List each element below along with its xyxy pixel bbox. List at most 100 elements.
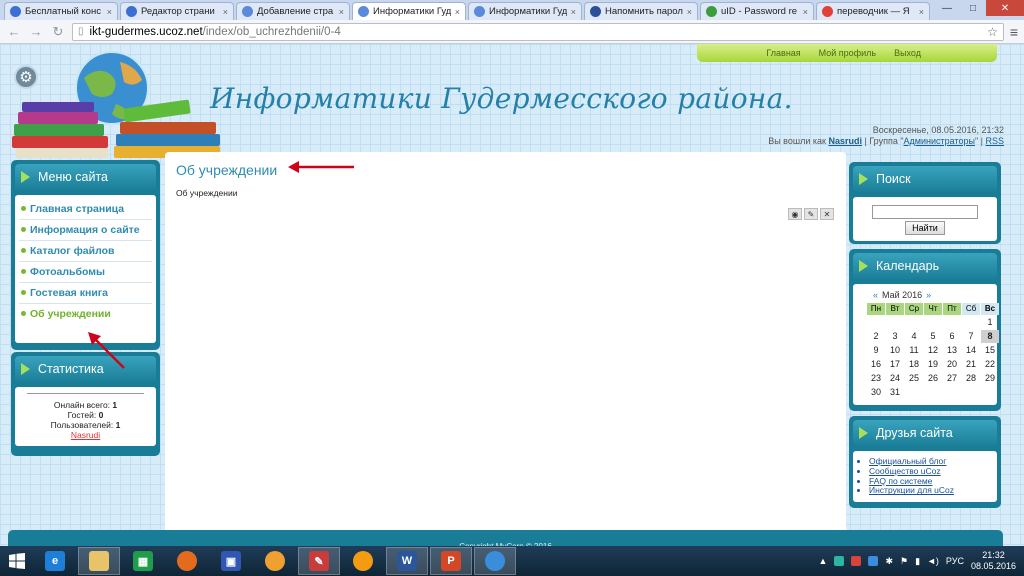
top-menu-profile[interactable]: Мой профиль	[819, 48, 876, 58]
menu-item[interactable]: Об учреждении	[19, 304, 152, 324]
bookmark-star-icon[interactable]: ☆	[987, 25, 998, 39]
group-prefix: | Группа "	[861, 136, 904, 146]
menu-item[interactable]: Каталог файлов	[19, 241, 152, 262]
taskbar-orange-app[interactable]	[342, 547, 384, 575]
network-icon[interactable]: ▮	[915, 556, 920, 567]
taskbar-explorer[interactable]	[78, 547, 120, 575]
tab-close-icon[interactable]: ×	[339, 7, 344, 17]
tray-app-icon[interactable]	[834, 556, 845, 566]
store-icon: ▦	[133, 551, 153, 571]
menu-item[interactable]: Информация о сайте	[19, 220, 152, 241]
start-button[interactable]	[0, 546, 34, 576]
menu-item[interactable]: Фотоальбомы	[19, 262, 152, 283]
search-input[interactable]	[872, 205, 978, 219]
friends-link[interactable]: Сообщество uCoz	[869, 466, 941, 476]
calendar-day: 14	[965, 345, 976, 355]
taskbar-paint[interactable]: ✎	[298, 547, 340, 575]
address-bar[interactable]: ▯ ikt-gudermes.ucoz.net/index/ob_uchrezh…	[72, 22, 1004, 41]
tab-close-icon[interactable]: ×	[571, 7, 576, 17]
bullet-icon	[21, 206, 26, 211]
clock-date: 08.05.2016	[970, 561, 1016, 571]
search-button[interactable]: Найти	[905, 221, 945, 235]
taskbar-ie[interactable]: e	[34, 547, 76, 575]
tray-expand-icon[interactable]: ▲	[819, 556, 828, 566]
calendar-today: 8	[981, 330, 999, 343]
calendar-day: 26	[927, 373, 938, 383]
group-link[interactable]: Администраторы	[904, 136, 975, 146]
next-month-link[interactable]: »	[926, 290, 931, 300]
browser-tab[interactable]: Информатики Гуд ×	[468, 2, 582, 20]
stats-block-body: Онлайн всего: 1 Гостей: 0 Пользователей:…	[15, 387, 156, 446]
browser-tab[interactable]: переводчик — Я ×	[816, 2, 930, 20]
taskbar-powerpoint[interactable]: P	[430, 547, 472, 575]
calendar-day: 1	[987, 317, 993, 327]
calendar-day: 13	[946, 345, 957, 355]
prev-month-link[interactable]: «	[873, 290, 878, 300]
taskbar-firefox[interactable]	[166, 547, 208, 575]
browser-tab[interactable]: Добавление стра ×	[236, 2, 350, 20]
ucoz-icon	[358, 6, 369, 17]
login-user-link[interactable]: Nasrudi	[828, 136, 862, 146]
menu-item-label: Об учреждении	[30, 308, 111, 320]
volume-icon[interactable]: ◄)	[927, 556, 939, 566]
calendar-day: 17	[889, 359, 900, 369]
clock-time: 21:32	[982, 550, 1005, 560]
tab-close-icon[interactable]: ×	[919, 7, 924, 17]
bluetooth-icon[interactable]: ✱	[885, 556, 893, 567]
edit-icon[interactable]: ✎	[804, 208, 818, 220]
friends-link[interactable]: Инструкции для uCoz	[869, 485, 954, 495]
tab-close-icon[interactable]: ×	[455, 7, 460, 17]
tab-close-icon[interactable]: ×	[687, 7, 692, 17]
browser-tab[interactable]: Редактор страни ×	[120, 2, 234, 20]
reload-icon[interactable]: ↻	[50, 24, 66, 40]
close-window-icon[interactable]: ✕	[986, 0, 1024, 16]
paint-icon: ✎	[309, 551, 329, 571]
friends-link[interactable]: Официальный блог	[869, 456, 946, 466]
maximize-icon[interactable]: □	[960, 0, 986, 16]
tab-label: переводчик — Я	[837, 6, 910, 17]
guests-row: Гостей: 0	[19, 410, 152, 420]
top-menu: Главная Мой профиль Выход	[697, 44, 997, 62]
rss-link[interactable]: RSS	[985, 136, 1004, 146]
tab-close-icon[interactable]: ×	[223, 7, 228, 17]
menu-item[interactable]: Главная страница	[19, 199, 152, 220]
bullet-icon	[21, 290, 26, 295]
guests-label: Гостей:	[67, 410, 97, 420]
tray-app2-icon[interactable]	[868, 556, 879, 566]
taskbar-chrome[interactable]	[474, 547, 516, 575]
calendar-day: 5	[930, 331, 936, 341]
tab-close-icon[interactable]: ×	[803, 7, 808, 17]
media-icon	[265, 551, 285, 571]
browser-toolbar: ← → ↻ ▯ ikt-gudermes.ucoz.net/index/ob_u…	[0, 20, 1024, 44]
taskbar: e ▦ ▣ ✎ W P ▲ ✱ ⚑ ▮ ◄) РУС 21:32 08.05.2…	[0, 546, 1024, 576]
browser-tab[interactable]: Бесплатный конс ×	[4, 2, 118, 20]
browser-menu-icon[interactable]: ≡	[1010, 24, 1018, 40]
settings-gear-icon[interactable]: ⚙	[14, 65, 38, 89]
friends-link[interactable]: FAQ по системе	[869, 476, 932, 486]
forward-icon[interactable]: →	[28, 24, 44, 39]
tray-mail-icon[interactable]	[851, 556, 862, 566]
minimize-icon[interactable]: —	[934, 0, 960, 16]
tab-close-icon[interactable]: ×	[107, 7, 112, 17]
taskbar-save[interactable]: ▣	[210, 547, 252, 575]
flag-icon[interactable]: ⚑	[900, 556, 908, 567]
browser-tab[interactable]: uID - Password re ×	[700, 2, 814, 20]
calendar-day: 29	[984, 373, 995, 383]
browser-tab[interactable]: Напомнить парол ×	[584, 2, 698, 20]
taskbar-store[interactable]: ▦	[122, 547, 164, 575]
users-value: 1	[115, 420, 121, 430]
view-icon[interactable]: ◉	[788, 208, 802, 220]
browser-tab[interactable]: Информатики Гуд ×	[352, 2, 466, 20]
taskbar-word[interactable]: W	[386, 547, 428, 575]
top-menu-home[interactable]: Главная	[766, 48, 800, 58]
top-menu-logout[interactable]: Выход	[894, 48, 921, 58]
menu-item[interactable]: Гостевая книга	[19, 283, 152, 304]
taskbar-media[interactable]	[254, 547, 296, 575]
calendar-day-header: Вс	[981, 303, 999, 315]
clock[interactable]: 21:32 08.05.2016	[971, 550, 1016, 572]
delete-icon[interactable]: ✕	[820, 208, 834, 220]
language-indicator[interactable]: РУС	[946, 556, 964, 566]
page-body-text: Об учреждении	[176, 188, 238, 198]
online-user-link[interactable]: Nasrudi	[19, 430, 152, 440]
back-icon[interactable]: ←	[6, 24, 22, 39]
